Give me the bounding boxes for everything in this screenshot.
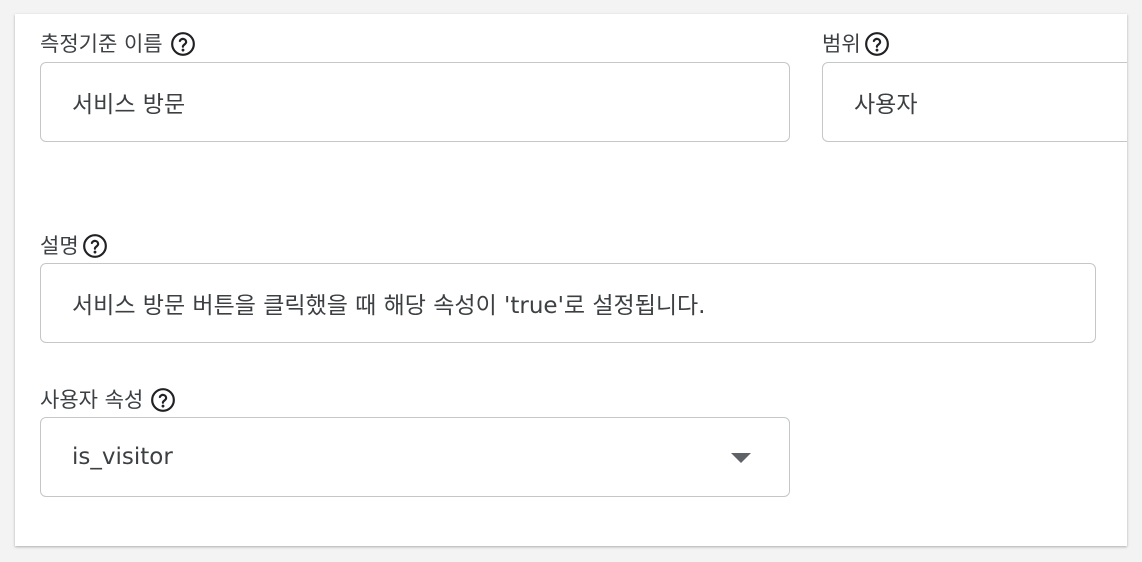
help-circle-icon[interactable]	[149, 386, 177, 414]
description-value: 서비스 방문 버튼을 클릭했을 때 해당 속성이 'true'로 설정됩니다.	[72, 293, 706, 319]
dimension-name-label: 측정기준 이름	[40, 32, 163, 56]
description-input[interactable]: 서비스 방문 버튼을 클릭했을 때 해당 속성이 'true'로 설정됩니다.	[40, 263, 1096, 343]
user-property-label: 사용자 속성	[40, 388, 144, 412]
scope-value: 사용자	[854, 92, 918, 118]
custom-dimension-form: 측정기준 이름 서비스 방문 범위 사용자 설명 서비스 방문 버튼을 클릭했을…	[15, 14, 1127, 546]
help-circle-icon[interactable]	[169, 30, 197, 58]
description-label: 설명	[40, 234, 79, 258]
user-property-label-row: 사용자 속성	[40, 386, 177, 414]
dropdown-arrow-icon[interactable]	[731, 453, 751, 463]
help-circle-icon[interactable]	[81, 232, 109, 260]
user-property-value: is_visitor	[72, 444, 173, 470]
user-property-select[interactable]: is_visitor	[40, 417, 790, 497]
scope-label-row: 범위	[822, 30, 891, 58]
dimension-name-value: 서비스 방문	[72, 92, 186, 118]
scope-input[interactable]: 사용자	[822, 62, 1127, 142]
scope-label: 범위	[822, 32, 861, 56]
dimension-name-label-row: 측정기준 이름	[40, 30, 197, 58]
help-circle-icon[interactable]	[863, 30, 891, 58]
description-label-row: 설명	[40, 232, 109, 260]
dimension-name-input[interactable]: 서비스 방문	[40, 62, 790, 142]
